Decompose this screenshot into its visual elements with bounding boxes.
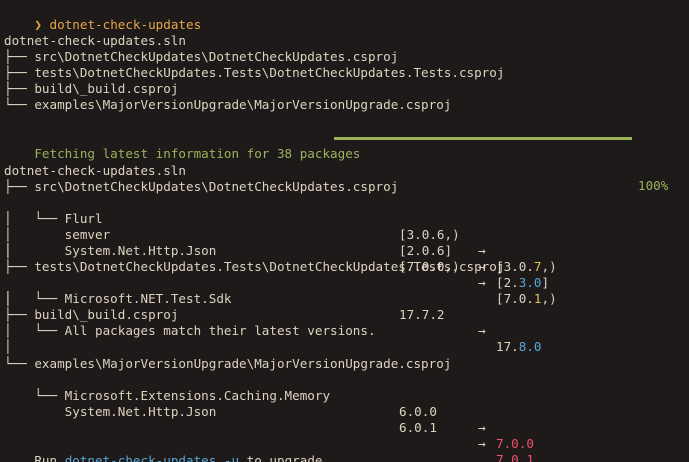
results-solution-name: dotnet-check-updates.sln bbox=[4, 163, 186, 178]
prompt-command: dotnet-check-updates bbox=[49, 17, 202, 32]
package-row: └── Microsoft.Extensions.Caching.Memory … bbox=[4, 388, 534, 451]
results-project-src: ├── src\DotnetCheckUpdates\DotnetCheckUp… bbox=[4, 179, 399, 194]
package-name: System.Net.Http.Json bbox=[64, 404, 217, 419]
arrow-icon: → bbox=[478, 323, 486, 338]
current-version: 6.0.1 bbox=[399, 420, 437, 435]
package-row: │ System.Net.Http.Json [7.0.0,) → [7.0.1… bbox=[4, 243, 557, 306]
run-label: Run bbox=[34, 453, 58, 462]
current-version: [2.0.6] bbox=[399, 243, 453, 258]
package-name: Microsoft.NET.Test.Sdk bbox=[64, 291, 232, 306]
tree-project-3: ├── build\_build.csproj bbox=[4, 81, 179, 96]
solution-name: dotnet-check-updates.sln bbox=[4, 33, 186, 48]
arrow-icon: → bbox=[478, 243, 486, 258]
results-project-examples: └── examples\MajorVersionUpgrade\MajorVe… bbox=[4, 356, 452, 371]
tree-project-1: ├── src\DotnetCheckUpdates\DotnetCheckUp… bbox=[4, 49, 399, 64]
new-version: [3.0.7,) bbox=[496, 259, 557, 274]
tree-project-4: └── examples\MajorVersionUpgrade\MajorVe… bbox=[4, 97, 452, 112]
terminal-window[interactable]: ❯ dotnet-check-updates dotnet-check-upda… bbox=[0, 0, 689, 462]
prompt-chevron-icon: ❯ bbox=[34, 17, 42, 32]
upgrade-command: dotnet-check-updates -u bbox=[64, 453, 240, 462]
progress-percent: 100% bbox=[638, 178, 669, 193]
package-row: │ └── Microsoft.NET.Test.Sdk 17.7.2 → 17… bbox=[4, 291, 542, 354]
progress-bar bbox=[334, 137, 632, 140]
upgrade-hint: Run dotnet-check-updates -u to upgrade bbox=[4, 437, 322, 462]
tree-spacer: │ bbox=[4, 339, 12, 354]
tree-project-2: ├── tests\DotnetCheckUpdates.Tests\Dotne… bbox=[4, 65, 505, 80]
current-version: 6.0.0 bbox=[399, 404, 437, 419]
package-row: │ semver [2.0.6] → [2.3.0] bbox=[4, 227, 550, 290]
results-project-tests: ├── tests\DotnetCheckUpdates.Tests\Dotne… bbox=[4, 259, 505, 274]
new-version: [7.0.1,) bbox=[496, 291, 557, 306]
upgrade-suffix: to upgrade bbox=[246, 453, 323, 462]
tree-spacer: │ bbox=[4, 243, 12, 258]
prompt-line: ❯ dotnet-check-updates bbox=[4, 1, 201, 32]
results-project-build: ├── build\_build.csproj bbox=[4, 307, 179, 322]
arrow-icon: → bbox=[478, 436, 486, 451]
fetch-label: Fetching latest information for 38 packa… bbox=[34, 146, 361, 161]
package-row: System.Net.Http.Json 6.0.1 → 7.0.1 bbox=[4, 388, 684, 462]
new-version: 7.0.0 bbox=[496, 436, 534, 451]
tree-spacer: │ bbox=[4, 291, 12, 306]
new-version: 7.0.1 bbox=[496, 452, 534, 462]
package-row: │ └── Flurl [3.0.6,) → [3.0.7,) bbox=[4, 211, 557, 274]
new-version: 17.8.0 bbox=[496, 339, 542, 354]
current-version: 17.7.2 bbox=[399, 307, 445, 322]
arrow-icon: → bbox=[478, 420, 486, 435]
package-name: System.Net.Http.Json bbox=[64, 243, 217, 258]
build-up-to-date-message: │ └── All packages match their latest ve… bbox=[4, 323, 376, 338]
fetch-progress-line: Fetching latest information for 38 packa… bbox=[4, 130, 684, 193]
